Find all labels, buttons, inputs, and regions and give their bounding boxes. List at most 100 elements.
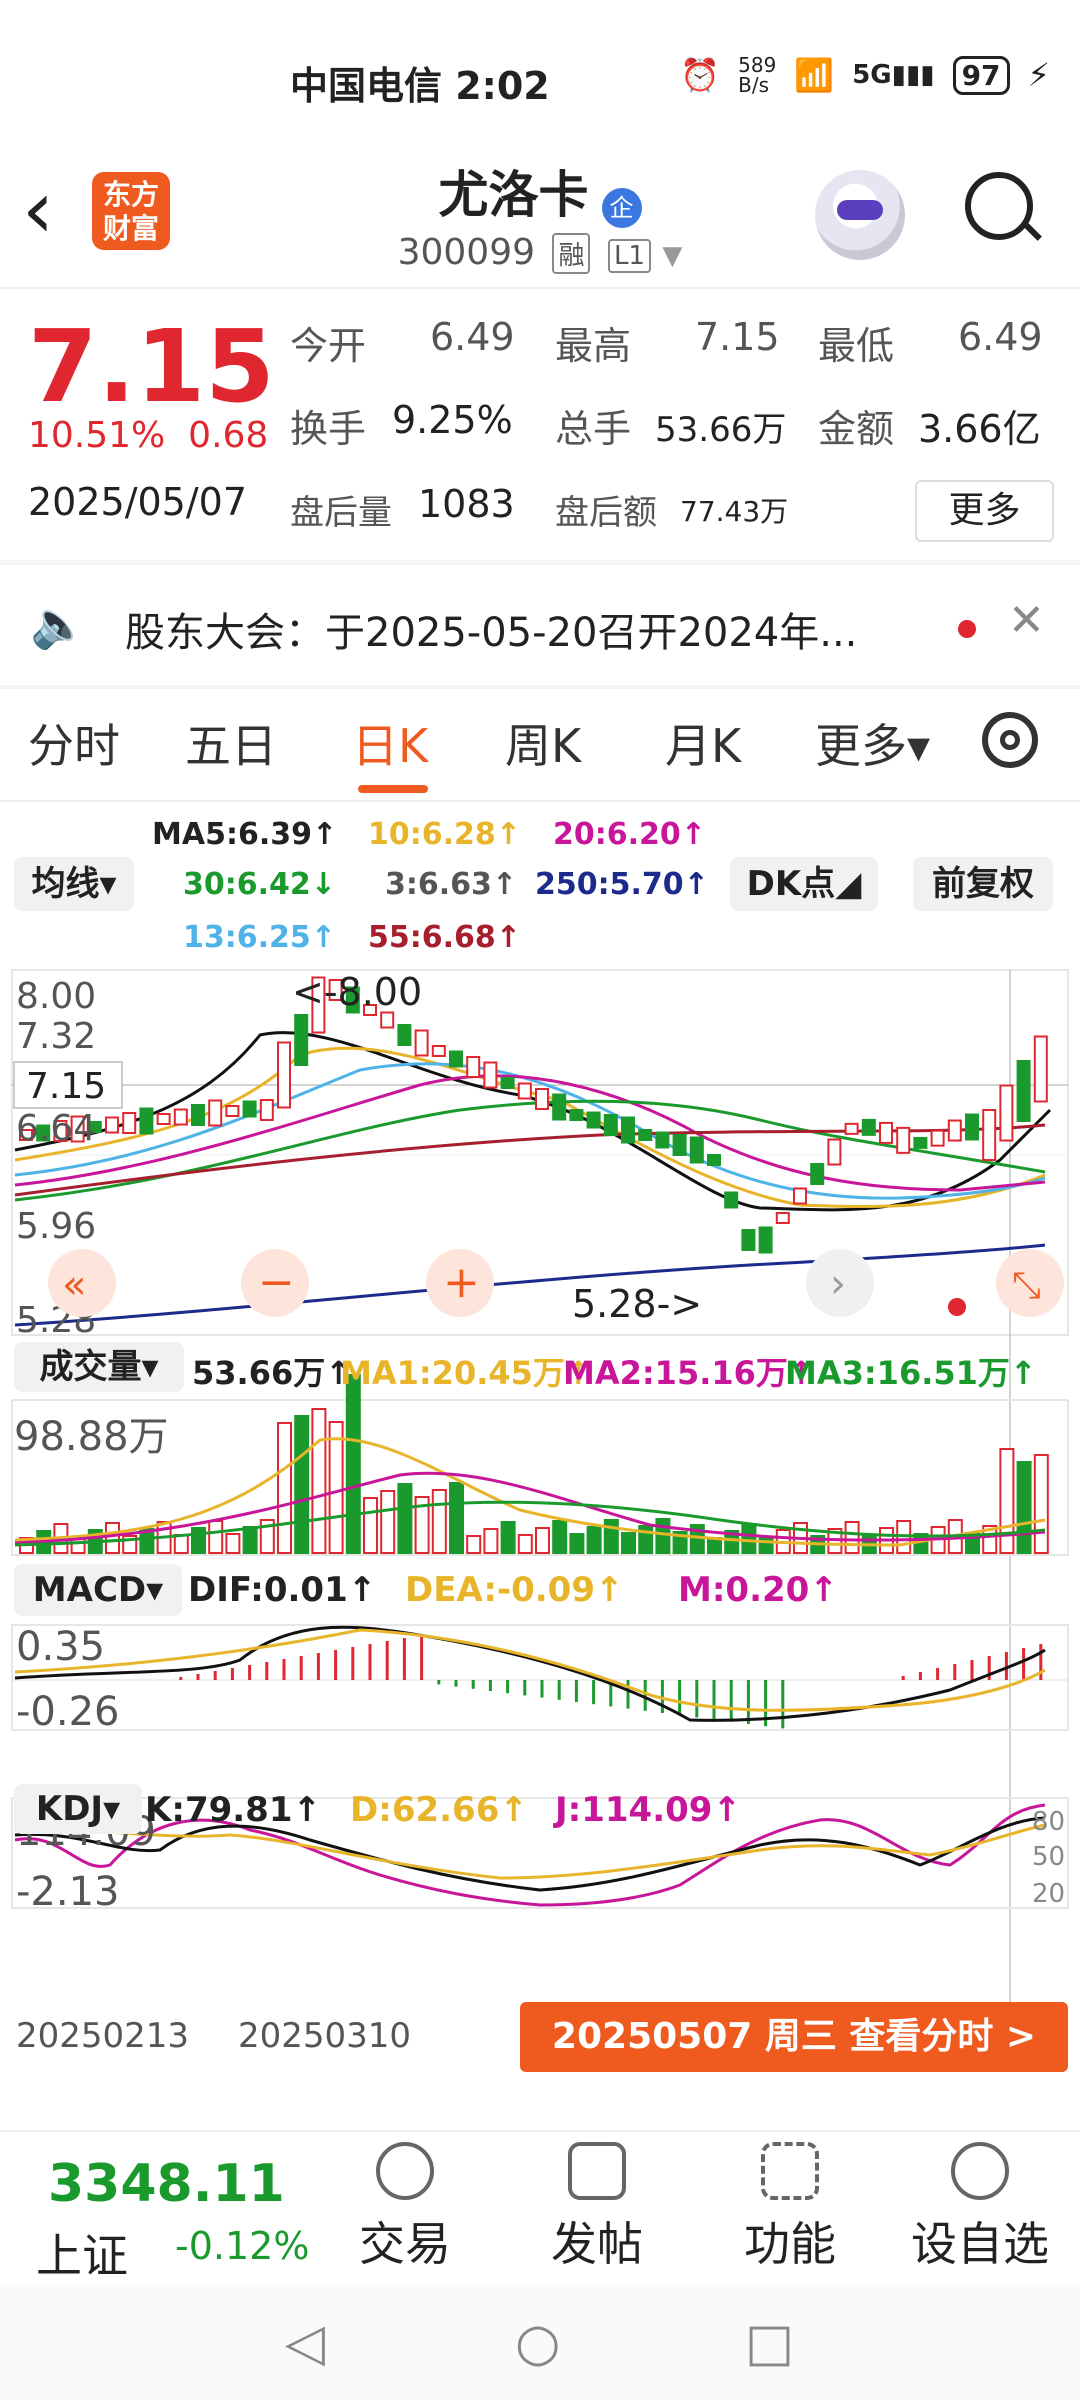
level-tag: L1 [607, 238, 651, 273]
ma-type-select[interactable]: 均线▾ [14, 857, 134, 911]
double-chevron-left-icon: « [62, 1262, 86, 1308]
search-icon[interactable] [965, 172, 1033, 240]
more-dots-icon [951, 2142, 1009, 2200]
price-axis-label: 8.00 [16, 976, 96, 1017]
fuquan-select[interactable]: 前复权 [913, 857, 1053, 911]
candle [552, 1093, 567, 1121]
volume-bar [363, 1497, 378, 1554]
volume-value: 53.66万↑ [192, 1354, 353, 1392]
candle [758, 1226, 773, 1254]
stock-code-line[interactable]: 300099 融 L1 ▼ [0, 232, 1080, 274]
volume-bar [1016, 1461, 1032, 1554]
candle [500, 1077, 515, 1089]
notice-banner[interactable]: 🔈 股东大会：于2025-05-20召开2024年... ✕ [0, 565, 1080, 685]
candle [999, 1084, 1014, 1142]
candle [397, 1024, 412, 1046]
tab-zhouk[interactable]: 周K [505, 710, 581, 776]
view-fenshi-button[interactable]: 20250507 周三 查看分时 > [520, 2002, 1068, 2072]
stock-name: 尤洛卡 [438, 166, 589, 224]
kdj-select[interactable]: KDJ▾ [14, 1784, 142, 1834]
volume-bar [311, 1408, 327, 1554]
assistant-avatar-icon[interactable] [815, 170, 905, 260]
price-change: 10.51% 0.68 [28, 415, 268, 456]
kline-chart[interactable]: 8.00 7.32 6.64 5.96 5.28 7.15 <-8.00 5.2… [0, 960, 1080, 2090]
volume-bar [449, 1482, 464, 1554]
amount-label: 金额 [818, 407, 895, 451]
charging-icon: ⚡ [1027, 56, 1050, 94]
amount-value: 3.66亿 [918, 407, 1041, 451]
volume-bar [105, 1522, 120, 1554]
dk-point-select[interactable]: DK点◢ [730, 857, 878, 911]
tab-fenshi[interactable]: 分时 [28, 710, 120, 776]
candle [707, 1154, 721, 1166]
candle [191, 1104, 205, 1126]
tab-more[interactable]: 更多▾ [815, 710, 930, 776]
nav-recents-icon[interactable]: □ [745, 2313, 794, 2373]
grid-icon [761, 2142, 819, 2200]
function-button[interactable]: 功能 [715, 2142, 865, 2274]
kdj-j-value: J:114.09↑ [555, 1790, 741, 1830]
candle [655, 1131, 670, 1149]
candle [827, 1138, 842, 1166]
volume-bar [225, 1533, 241, 1554]
ma55-value: 55:6.68↑ [368, 920, 521, 955]
volume-bar [500, 1521, 516, 1554]
carrier-time: 中国电信 2:02 [290, 64, 550, 108]
candle [586, 1111, 601, 1129]
trade-label: 交易 [359, 2217, 451, 2271]
chevron-right-icon: › [830, 1261, 846, 1307]
close-icon[interactable]: ✕ [1008, 595, 1045, 646]
candle [466, 1056, 481, 1078]
volume-bar [535, 1527, 550, 1554]
volume-select[interactable]: 成交量▾ [14, 1342, 184, 1392]
tab-yuek[interactable]: 月K [665, 710, 741, 776]
index-value[interactable]: 3348.11 [48, 2154, 285, 2214]
trade-button[interactable]: 交易 [330, 2142, 480, 2274]
add-watchlist-button[interactable]: 设自选 [905, 2142, 1055, 2274]
candle [277, 1041, 291, 1109]
volume-bar [758, 1536, 774, 1554]
margin-tag: 融 [552, 232, 591, 274]
candle [861, 1118, 876, 1136]
after-amount-label: 盘后额 [555, 493, 657, 533]
post-button[interactable]: 发帖 [522, 2142, 672, 2274]
tab-rik[interactable]: 日K [352, 710, 428, 776]
candle [638, 1129, 653, 1141]
low-value: 6.49 [958, 315, 1043, 359]
low-marker: 5.28-> [572, 1282, 702, 1326]
function-label: 功能 [744, 2217, 836, 2271]
nav-home-icon[interactable]: ○ [515, 2313, 560, 2373]
more-button[interactable]: 更多 [915, 480, 1054, 542]
after-volume-value: 1083 [418, 482, 515, 526]
volume-bar [242, 1526, 258, 1554]
gear-icon[interactable] [982, 712, 1038, 768]
candle [105, 1116, 119, 1134]
kdj-k-value: K:79.81↑ [145, 1790, 321, 1830]
index-name[interactable]: 上证 [36, 2220, 128, 2286]
turnover-value: 9.25% [392, 398, 513, 442]
notice-text[interactable]: 股东大会：于2025-05-20召开2024年... [125, 600, 857, 658]
candle [449, 1050, 463, 1068]
volume-bar [569, 1533, 585, 1554]
volume-bar [208, 1520, 224, 1554]
minus-icon: − [258, 1257, 295, 1308]
candle [689, 1136, 704, 1164]
volume-bar [655, 1518, 671, 1554]
macd-panel-frame [11, 1624, 1069, 1731]
ma5-value: MA5:6.39↑ [152, 817, 338, 852]
kdj-ref-20: 20 [1032, 1879, 1065, 1909]
candle [259, 1099, 274, 1121]
candle [965, 1113, 979, 1141]
low-label: 最低 [818, 324, 895, 368]
signal-icon: 5G▮▮▮ [852, 60, 935, 90]
volume-bar [294, 1415, 310, 1554]
high-label: 最高 [555, 324, 632, 368]
bottom-bar: 3348.11 上证 -0.12% 交易 发帖 功能 设自选 [0, 2130, 1080, 2283]
tab-wuri[interactable]: 五日 [185, 710, 277, 776]
volume-bar [603, 1519, 619, 1554]
nav-back-icon[interactable]: ◁ [285, 2313, 325, 2373]
volume-bar [466, 1535, 482, 1554]
vol-ma1-value: MA1:20.45万↑ [340, 1354, 592, 1392]
ma13-value: 13:6.25↑ [183, 920, 336, 955]
macd-select[interactable]: MACD▾ [14, 1564, 182, 1616]
